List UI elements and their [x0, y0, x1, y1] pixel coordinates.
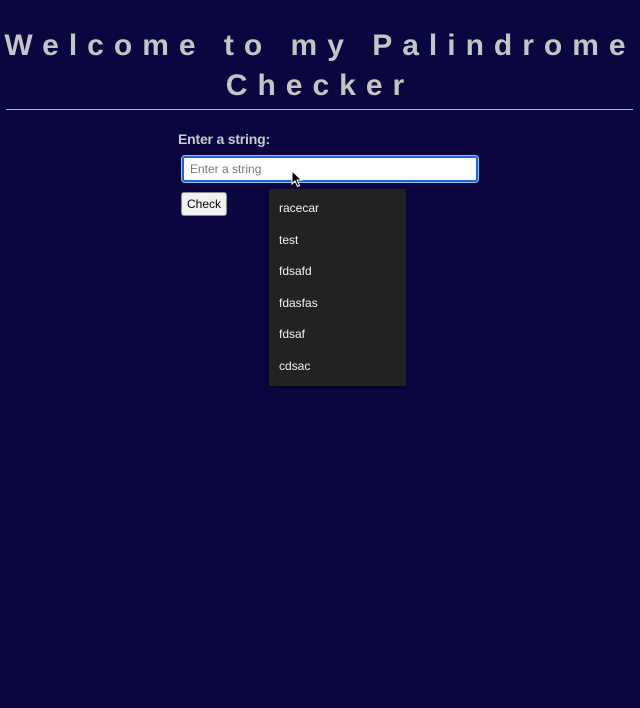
autocomplete-option[interactable]: racecar [269, 193, 406, 225]
autocomplete-option[interactable]: fdasfas [269, 288, 406, 320]
header-divider [6, 109, 633, 110]
autocomplete-option[interactable]: cdsac [269, 351, 406, 383]
page: Welcome to my Palindrome Checker Enter a… [0, 0, 640, 708]
check-button[interactable]: Check [181, 192, 227, 216]
page-title: Welcome to my Palindrome Checker [0, 26, 640, 106]
autocomplete-option[interactable]: fdsafd [269, 256, 406, 288]
title-line-1: Welcome to my Palindrome [4, 29, 636, 62]
string-input-label: Enter a string: [178, 131, 270, 147]
string-input[interactable] [181, 155, 479, 183]
autocomplete-dropdown: racecar test fdsafd fdasfas fdsaf cdsac [269, 189, 406, 386]
mouse-pointer-icon [291, 170, 303, 188]
autocomplete-option[interactable]: test [269, 225, 406, 257]
autocomplete-option[interactable]: fdsaf [269, 319, 406, 351]
title-line-2: Checker [225, 69, 415, 102]
